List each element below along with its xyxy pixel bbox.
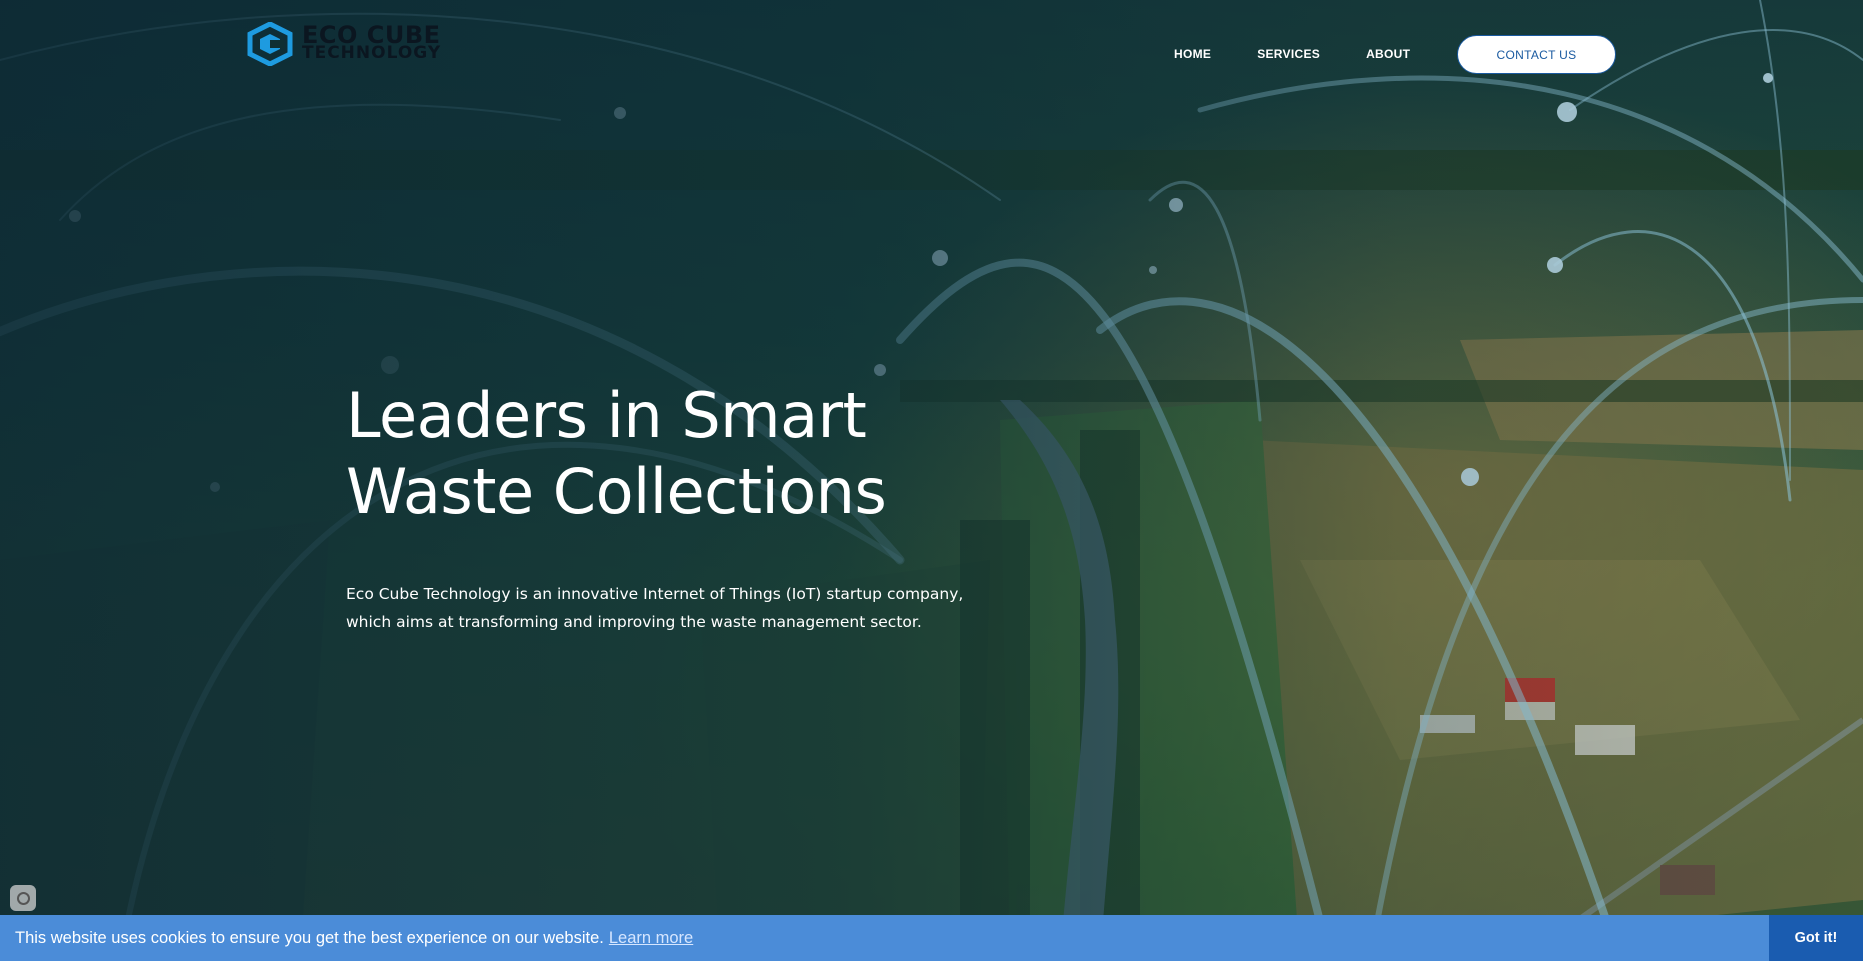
- brand-logo[interactable]: ECO CUBE TECHNOLOGY: [246, 22, 441, 66]
- chat-bubble-icon: [16, 891, 30, 905]
- hero-description: Eco Cube Technology is an innovative Int…: [346, 585, 964, 631]
- nav-home[interactable]: HOME: [1174, 47, 1211, 61]
- contact-us-button[interactable]: CONTACT US: [1457, 35, 1616, 74]
- hero-headline: Leaders in Smart Waste Collections: [346, 378, 1046, 530]
- brand-line-2: TECHNOLOGY: [302, 43, 442, 63]
- chat-widget-icon[interactable]: [10, 885, 36, 911]
- nav-services[interactable]: SERVICES: [1257, 47, 1320, 61]
- hero-headline-line-1: Leaders in Smart: [346, 379, 867, 452]
- cookie-message: This website uses cookies to ensure you …: [15, 928, 604, 947]
- brand-line-1: ECO CUBE: [302, 21, 441, 49]
- brand-wordmark: ECO CUBE TECHNOLOGY: [302, 21, 442, 63]
- hero-section: ECO CUBE TECHNOLOGY HOME SERVICES ABOUT …: [0, 0, 1863, 961]
- hero-headline-line-2: Waste Collections: [346, 455, 887, 528]
- nav-about[interactable]: ABOUT: [1366, 47, 1410, 61]
- cookie-learn-more-link[interactable]: Learn more: [609, 929, 693, 948]
- cookie-consent-bar: This website uses cookies to ensure you …: [0, 915, 1863, 961]
- cookie-accept-button[interactable]: Got it!: [1769, 915, 1863, 961]
- main-nav: HOME SERVICES ABOUT: [1174, 47, 1456, 61]
- cube-logo-icon: [247, 22, 293, 66]
